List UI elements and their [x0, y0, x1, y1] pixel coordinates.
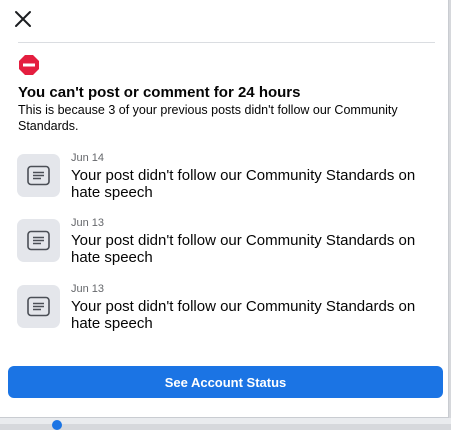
close-icon: [15, 11, 31, 27]
violation-text: Your post didn't follow our Community St…: [71, 232, 416, 266]
post-icon: [17, 154, 60, 197]
violation-item: Jun 13 Your post didn't follow our Commu…: [17, 283, 437, 343]
violation-date: Jun 13: [71, 283, 105, 295]
dialog-subtitle: This is because 3 of your previous posts…: [18, 103, 398, 133]
violation-item: Jun 13 Your post didn't follow our Commu…: [17, 217, 437, 277]
background-indicator-icon: [52, 420, 62, 430]
header-divider: [18, 42, 435, 43]
stop-icon: [18, 54, 40, 76]
close-button[interactable]: [11, 8, 35, 32]
violation-date: Jun 14: [71, 152, 105, 164]
see-account-status-button[interactable]: See Account Status: [8, 366, 443, 398]
background-page-strip: [0, 418, 451, 424]
post-icon: [17, 219, 60, 262]
post-icon: [17, 285, 60, 328]
violation-text: Your post didn't follow our Community St…: [71, 167, 416, 201]
restriction-dialog: You can't post or comment for 24 hours T…: [0, 0, 449, 418]
violation-date: Jun 13: [71, 217, 105, 229]
dialog-title: You can't post or comment for 24 hours: [18, 84, 301, 101]
violation-text: Your post didn't follow our Community St…: [71, 298, 416, 332]
violation-item: Jun 14 Your post didn't follow our Commu…: [17, 152, 437, 212]
